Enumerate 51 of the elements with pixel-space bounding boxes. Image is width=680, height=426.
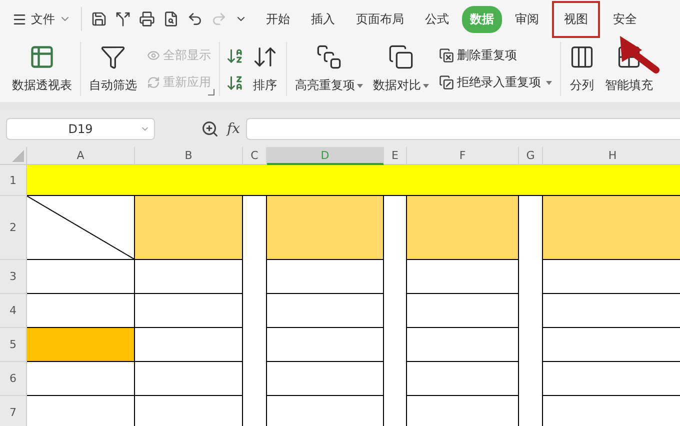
column-header[interactable]: E	[384, 147, 407, 165]
button-label: 高亮重复项	[295, 77, 355, 94]
ribbon-tab[interactable]: 插入	[303, 6, 343, 32]
ribbon-tab[interactable]: 审阅	[507, 6, 547, 32]
ribbon-small-button[interactable]: 删除重复项	[437, 46, 554, 65]
button-label: 删除重复项	[457, 47, 517, 64]
funnel-icon	[100, 44, 126, 70]
ribbon-tab[interactable]: 安全	[605, 6, 645, 32]
button-label: 拒绝录入重复项	[457, 74, 541, 91]
sort-ascending-icon[interactable]	[226, 46, 244, 64]
zoom-icon[interactable]	[201, 120, 219, 138]
column-header[interactable]: G	[519, 147, 543, 165]
function-label[interactable]: fx	[227, 120, 240, 136]
split-columns-button[interactable]: 分列	[567, 42, 597, 96]
pivot-table-button[interactable]: 数据透视表	[10, 42, 74, 96]
ribbon-tab[interactable]: 开始	[258, 6, 298, 32]
sort-button[interactable]: 排序	[250, 42, 280, 96]
formula-input[interactable]	[246, 118, 680, 140]
column-header[interactable]: F	[407, 147, 519, 165]
ribbon-tab[interactable]: 页面布局	[348, 6, 412, 32]
file-menu[interactable]: 文件	[8, 8, 75, 30]
triangle-icon	[12, 150, 24, 162]
row-header[interactable]: 1	[0, 165, 27, 196]
ribbon-tab[interactable]: 公式	[417, 6, 457, 32]
stack-icon	[316, 44, 342, 70]
data-compare-button[interactable]: 数据对比	[371, 42, 431, 96]
column-header[interactable]: A	[27, 147, 135, 165]
copy-x-icon	[439, 48, 454, 63]
row-header[interactable]: 6	[0, 362, 27, 396]
refresh-icon	[147, 76, 160, 89]
row-header[interactable]: 4	[0, 294, 27, 328]
eye-icon	[147, 49, 160, 62]
copy-icon	[388, 44, 414, 70]
menu-icon	[12, 12, 27, 26]
row-header[interactable]: 2	[0, 196, 27, 260]
ribbon-tab[interactable]: 视图	[552, 0, 600, 38]
button-label: 数据对比	[373, 77, 421, 94]
table-icon	[29, 44, 55, 70]
auto-filter-button[interactable]: 自动筛选	[87, 42, 139, 96]
name-box[interactable]: D19	[6, 118, 155, 140]
ribbon-small-button[interactable]: 拒绝录入重复项	[437, 73, 554, 92]
column-header[interactable]: C	[243, 147, 267, 165]
row-header[interactable]: 3	[0, 260, 27, 294]
column-header[interactable]: B	[135, 147, 243, 165]
row-header[interactable]: 5	[0, 328, 27, 362]
dialog-launcher-icon[interactable]	[208, 89, 215, 96]
copy-slash-icon	[439, 75, 454, 90]
annotation-arrow	[620, 36, 661, 75]
columns-icon	[569, 44, 595, 70]
sort-descending-icon[interactable]	[226, 74, 244, 92]
highlight-duplicates-button[interactable]: 高亮重复项	[293, 42, 365, 96]
